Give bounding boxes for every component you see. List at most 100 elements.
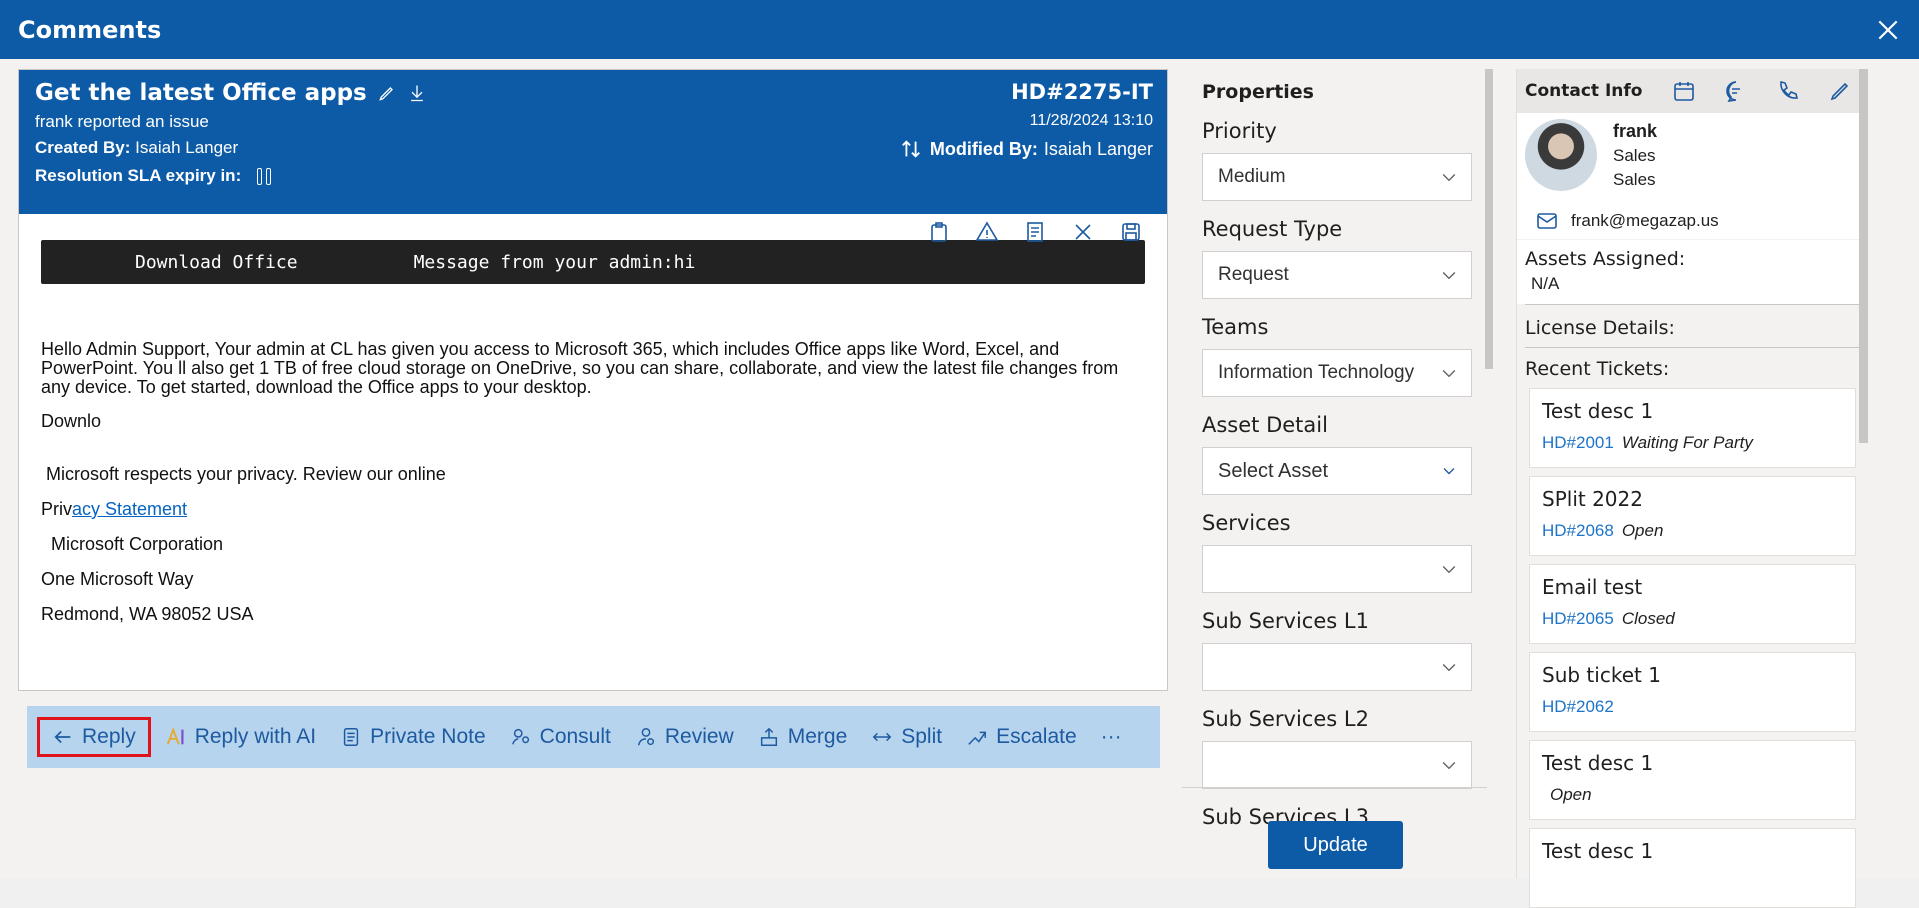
people-icon <box>511 728 529 745</box>
document-icon[interactable] <box>1023 220 1047 244</box>
sla-label: Resolution SLA expiry in: <box>35 166 242 185</box>
privacy-statement-link[interactable]: acy Statement <box>72 499 187 519</box>
teams-select[interactable]: Information Technology <box>1202 349 1472 397</box>
split-label: Split <box>901 725 943 748</box>
chat-icon[interactable] <box>1724 79 1748 103</box>
title-bar: Comments <box>0 0 1919 59</box>
email-paragraph: Hello Admin Support, Your admin at CL ha… <box>41 339 1119 397</box>
banner-right-text: Message from your admin:hi <box>413 251 696 273</box>
assets-value: N/A <box>1531 274 1560 293</box>
more-button[interactable]: ··· <box>1091 719 1132 755</box>
properties-scrollbar[interactable] <box>1485 69 1493 369</box>
recent-ticket-meta: HD#2062 <box>1542 697 1843 717</box>
created-by-label: Created By: <box>35 138 131 157</box>
request-type-select[interactable]: Request <box>1202 251 1472 299</box>
ticket-date: 11/28/2024 13:10 <box>1029 112 1153 129</box>
modified-by-value: Isaiah Langer <box>1043 138 1153 159</box>
avatar <box>1525 119 1597 191</box>
reply-with-ai-button[interactable]: Reply with AI <box>155 719 326 755</box>
recent-ticket-meta: HD#2065 Closed <box>1542 609 1843 629</box>
edit-icon[interactable] <box>1828 79 1852 103</box>
close-icon[interactable] <box>1875 17 1901 43</box>
consult-button[interactable]: Consult <box>500 719 621 755</box>
recent-ticket-card[interactable]: Test desc 1 HD#2001 Waiting For Party <box>1529 388 1856 468</box>
contact-header: Contact Info <box>1517 69 1868 113</box>
assets-label: Assets Assigned: <box>1525 248 1686 270</box>
contact-scrollbar[interactable] <box>1859 69 1868 443</box>
split-arrows-icon <box>872 732 892 742</box>
ticket-subject: Get the latest Office apps <box>35 80 367 106</box>
teams-value: Information Technology <box>1218 362 1415 383</box>
services-select[interactable] <box>1202 545 1472 593</box>
merge-icon <box>760 727 777 746</box>
teams-label: Teams <box>1202 315 1269 339</box>
asset-value: Select Asset <box>1218 459 1329 482</box>
arrow-left-icon <box>54 730 71 744</box>
chevron-down-icon <box>1442 272 1456 280</box>
clipboard-icon[interactable] <box>927 220 951 244</box>
sla-timer-icon <box>257 168 272 186</box>
contact-panel: Contact Info frank Sales Sales frank@meg… <box>1516 69 1868 908</box>
privacy-text: Microsoft respects your privacy. Review … <box>41 464 446 484</box>
recent-ticket-status: Open <box>1550 785 1592 804</box>
merge-label: Merge <box>787 725 848 748</box>
escalate-button[interactable]: Escalate <box>956 719 1087 755</box>
banner-left-text: Download Office <box>135 251 298 273</box>
chevron-down-icon <box>1442 664 1456 672</box>
sub-services-l1-select[interactable] <box>1202 643 1472 691</box>
contact-dept: Sales <box>1613 146 1656 165</box>
close-icon[interactable] <box>1071 220 1095 244</box>
save-icon[interactable] <box>1119 220 1143 244</box>
recent-ticket-id[interactable]: HD#2001 <box>1542 433 1614 453</box>
recent-ticket-id[interactable]: HD#2068 <box>1542 521 1614 541</box>
private-note-label: Private Note <box>370 725 486 748</box>
email-banner: Download Office Message from your admin:… <box>41 240 1145 284</box>
reply-with-ai-label: Reply with AI <box>194 725 317 748</box>
recent-ticket-title: Test desc 1 <box>1542 751 1654 775</box>
recent-ticket-id[interactable]: HD#2065 <box>1542 609 1614 629</box>
edit-icon[interactable] <box>377 83 397 103</box>
recent-ticket-id[interactable]: HD#2062 <box>1542 697 1614 717</box>
recent-ticket-card[interactable]: SPlit 2022 HD#2068 Open <box>1529 476 1856 556</box>
sla-line: Resolution SLA expiry in: <box>35 166 1151 186</box>
recent-ticket-meta: HD#2001 Waiting For Party <box>1542 433 1843 453</box>
recent-ticket-card[interactable]: Sub ticket 1 HD#2062 <box>1529 652 1856 732</box>
sort-arrows-icon <box>902 140 920 158</box>
contact-email[interactable]: frank@megazap.us <box>1571 211 1719 231</box>
asset-select[interactable]: Select Asset <box>1202 447 1472 495</box>
properties-divider <box>1182 787 1487 788</box>
properties-panel: Properties Priority Medium Request Type … <box>1182 69 1500 878</box>
phone-icon[interactable] <box>1776 79 1800 103</box>
sub-services-l1-label: Sub Services L1 <box>1202 609 1369 633</box>
privacy-prefix: Priv <box>41 499 72 519</box>
contact-email-row: frank@megazap.us <box>1517 203 1868 239</box>
review-button[interactable]: Review <box>625 719 744 755</box>
recent-ticket-card[interactable]: Email test HD#2065 Closed <box>1529 564 1856 644</box>
chevron-down-icon <box>1442 370 1456 378</box>
escalate-icon <box>968 731 987 745</box>
services-label: Services <box>1202 511 1291 535</box>
created-by-value: Isaiah Langer <box>135 138 239 157</box>
action-bar: Reply Reply with AI Private Note Consult… <box>27 706 1160 768</box>
reply-button[interactable]: Reply <box>37 717 151 757</box>
recent-ticket-card[interactable]: Test desc 1 <box>1529 828 1856 908</box>
calendar-icon[interactable] <box>1672 79 1696 103</box>
merge-button[interactable]: Merge <box>748 719 858 755</box>
properties-header: Properties <box>1202 81 1314 103</box>
sub-services-l2-select[interactable] <box>1202 741 1472 789</box>
download-icon[interactable] <box>407 83 427 103</box>
private-note-button[interactable]: Private Note <box>330 719 496 755</box>
note-icon <box>343 728 359 746</box>
split-button[interactable]: Split <box>861 719 952 755</box>
modified-by-line: Modified By: Isaiah Langer <box>898 138 1153 160</box>
priority-select[interactable]: Medium <box>1202 153 1472 201</box>
recent-ticket-card[interactable]: Test desc 1 Open <box>1529 740 1856 820</box>
recent-ticket-status: Closed <box>1621 609 1675 628</box>
update-button[interactable]: Update <box>1268 821 1403 869</box>
ticket-meta: HD#2275-IT 11/28/2024 13:10 Modified By:… <box>898 80 1153 160</box>
ai-icon <box>166 727 184 745</box>
recent-ticket-title: Test desc 1 <box>1542 839 1654 863</box>
warning-icon[interactable] <box>975 220 999 244</box>
contact-header-title: Contact Info <box>1525 81 1643 101</box>
recent-ticket-title: SPlit 2022 <box>1542 487 1643 511</box>
